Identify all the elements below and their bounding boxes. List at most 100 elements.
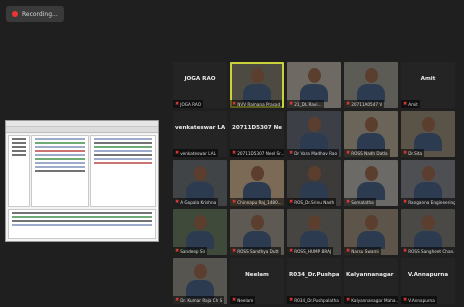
recording-indicator[interactable]: Recording... [6,6,64,22]
participant-head [307,68,321,83]
participant-tile[interactable]: ✖ ROSS Sandhya Dutt [230,209,284,255]
mic-muted-icon: ✖ [403,149,408,156]
participant-tile[interactable]: Amit ✖ Amit [401,62,455,108]
participant-video [243,166,271,200]
participant-tile[interactable]: ✖ Dr. Kumar Raja Ch S [173,258,227,304]
participant-name-bar: ✖ ROSS_HUMP BRAJ [287,247,334,255]
participant-display-name: V.Annapurna [407,272,449,278]
participant-tile[interactable]: JOGA RAO ✖ JOGA RAO [173,62,227,108]
participant-tile[interactable]: ✖ Sandeep Sir [173,209,227,255]
participant-label: Dr. Kumar Raja Ch S [180,297,223,303]
participant-label: 21_DL Ravi... [294,101,322,107]
participant-video [357,215,385,249]
participant-name-bar: ✖ JOGA RAO [173,100,204,108]
participant-tile[interactable]: ✖ Somalatha [344,160,398,206]
participant-tile[interactable]: ✖ Dr Vara Madhav Rao [287,111,341,157]
participant-label: Dr Vara Madhav Rao [294,150,338,156]
participant-label: NVV Ramana Prasad [237,101,281,107]
mic-muted-icon: ✖ [232,100,237,107]
mic-muted-icon: ✖ [289,198,294,205]
participant-tile[interactable]: ✖ ROSS Sangheet Chan... [401,209,455,255]
participant-tile[interactable]: ✖ ROS_Dr.Srinu Nadh [287,160,341,206]
participant-name-bar: ✖ Kalyannanagar Maha... [344,296,398,304]
participant-label: ROSS Sangheet Chan... [408,248,455,254]
participant-tile[interactable]: ✖ Narsu Swami [344,209,398,255]
participant-tile[interactable]: V.Annapurna ✖ V.Annapurna [401,258,455,304]
participant-tile[interactable]: Neelam ✖ Neelam [230,258,284,304]
participant-video [357,166,385,200]
participant-label: 20711D5307 Neel Sr... [237,150,284,156]
mic-muted-icon: ✖ [403,198,408,205]
mic-muted-icon: ✖ [175,198,180,205]
ide-editor-pane [31,135,89,207]
participant-name-bar: ✖ Ranganna Engineering [401,198,455,206]
participant-tile[interactable]: ✖ NVV Ramana Prasad [230,62,284,108]
mic-muted-icon: ✖ [175,296,180,303]
participant-head [193,264,207,279]
participant-label: V.Annapurna [408,297,435,303]
participant-head [364,166,378,181]
mic-muted-icon: ✖ [175,100,180,107]
participant-display-name: Amit [420,76,436,82]
participant-video [300,68,328,102]
participant-tile[interactable]: venkateswar LAL ✖ venkateswar LAL [173,111,227,157]
participant-name-bar: ✖ 20711D5307 Neel Sr... [230,149,284,157]
participant-head [364,117,378,132]
participant-tile[interactable]: R034_Dr.Pushpa... ✖R034_Dr.Pushpalatha [287,258,341,304]
participant-tile[interactable]: Kalyannanagar ... ✖Kalyannanagar Maha... [344,258,398,304]
participant-display-name: 20711D5307 Ne... [232,125,282,131]
mic-muted-icon: ✖ [289,149,294,156]
participant-tile[interactable]: ✖ ROSS Nadh Datla [344,111,398,157]
participant-label: Amit [408,101,418,107]
participant-video [186,264,214,298]
participant-tile[interactable]: ✖ 20711A0547 V [344,62,398,108]
mic-muted-icon: ✖ [289,247,294,254]
ide-right-pane [90,135,156,207]
mic-muted-icon: ✖ [232,247,237,254]
participant-display-name: JOGA RAO [184,76,216,82]
participant-tile[interactable]: ✖ Ranganna Engineering [401,160,455,206]
participant-label: JOGA RAO [180,101,202,107]
ide-console-pane [8,209,156,239]
participant-video [300,215,328,249]
participant-video [357,117,385,151]
participant-label: Sandeep Sir [180,248,206,254]
participant-name-bar: ✖ ROSS Sandhya Dutt [230,247,281,255]
participant-head [250,68,264,83]
participant-tile[interactable]: ✖ 21_DL Ravi... [287,62,341,108]
participant-tile[interactable]: 20711D5307 Ne... ✖20711D5307 Neel Sr... [230,111,284,157]
mic-muted-icon: ✖ [346,247,351,254]
participant-head [364,215,378,230]
participant-head [307,215,321,230]
mic-muted-icon: ✖ [346,149,351,156]
participant-label: ROSS_HUMP BRAJ [294,248,332,254]
participant-label: Kalyannanagar Maha... [351,297,398,303]
participant-video [243,215,271,249]
participant-label: Narsu Swami [351,248,379,254]
participant-head [307,117,321,132]
participant-label: Somalatha [351,199,374,205]
mic-muted-icon: ✖ [232,149,237,156]
participant-name-bar: ✖ Dr.Sita [401,149,425,157]
participant-label: Chinnapu Raj_1480... [237,199,282,205]
participant-head [421,117,435,132]
participant-name-bar: ✖ ROSS Nadh Datla [344,149,390,157]
participant-tile[interactable]: ✖ A Gopala Krishna [173,160,227,206]
participant-video [186,215,214,249]
participant-video [186,166,214,200]
participant-tile[interactable]: ✖ Dr.Sita [401,111,455,157]
ide-left-pane [8,135,30,207]
mic-muted-icon: ✖ [403,296,408,303]
ide-toolbar [6,127,158,133]
participant-head [421,166,435,181]
participant-head [250,166,264,181]
mic-muted-icon: ✖ [232,198,237,205]
participant-video [414,166,442,200]
participant-label: Ranganna Engineering [408,199,455,205]
recording-label: Recording... [22,10,58,18]
participant-label: ROSS Sandhya Dutt [237,248,279,254]
participant-display-name: Neelam [245,272,269,278]
participant-tile[interactable]: ✖ Chinnapu Raj_1480... [230,160,284,206]
participant-tile[interactable]: ✖ ROSS_HUMP BRAJ [287,209,341,255]
mic-muted-icon: ✖ [403,247,408,254]
